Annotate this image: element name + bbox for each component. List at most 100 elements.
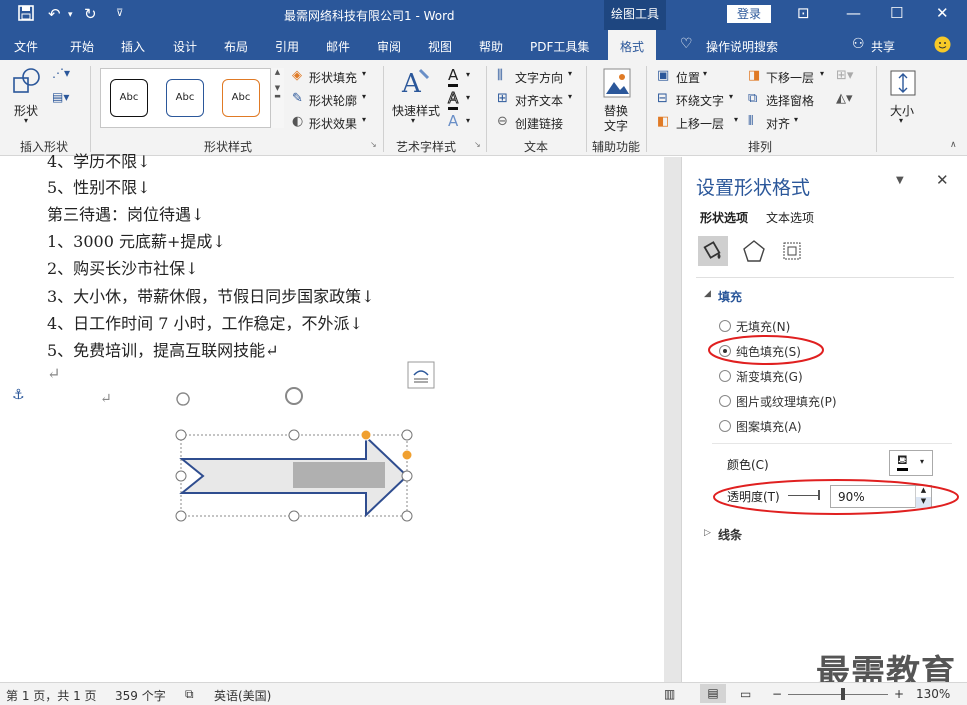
print-layout-icon[interactable]: ▤: [700, 684, 726, 703]
position-button[interactable]: 位置: [676, 69, 700, 86]
shape-outline-button[interactable]: 形状轮廓: [309, 92, 357, 109]
undo-icon[interactable]: ↶: [48, 5, 61, 23]
fill-section-header[interactable]: 填充: [718, 288, 742, 305]
page-count[interactable]: 第 1 页，共 1 页: [6, 687, 97, 704]
effects-icon[interactable]: [742, 239, 766, 266]
zoom-in-button[interactable]: +: [894, 687, 904, 701]
align-dropdown-icon[interactable]: ▾: [794, 115, 798, 124]
position-dropdown-icon[interactable]: ▾: [703, 69, 707, 78]
create-link-button[interactable]: 创建链接: [515, 115, 563, 132]
zoom-slider-thumb[interactable]: [841, 688, 845, 700]
group-objects-icon[interactable]: ⊞▾: [836, 68, 853, 83]
tab-text-options[interactable]: 文本选项: [766, 209, 814, 226]
save-icon[interactable]: [18, 5, 34, 25]
shapes-icon[interactable]: [12, 66, 42, 99]
radio-pattern-fill[interactable]: [719, 420, 731, 432]
text-direction-button[interactable]: 文字方向: [515, 69, 563, 86]
ribbon-display-icon[interactable]: ⊡: [797, 4, 810, 22]
align-text-dropdown-icon[interactable]: ▾: [568, 92, 572, 101]
align-button[interactable]: 对齐: [766, 115, 790, 132]
tab-mailings[interactable]: 邮件: [326, 38, 350, 55]
zoom-out-button[interactable]: −: [772, 687, 782, 701]
text-direction-dropdown-icon[interactable]: ▾: [568, 69, 572, 78]
color-picker-button[interactable]: ⛾ ▾: [889, 450, 933, 476]
tab-home[interactable]: 开始: [70, 38, 94, 55]
tab-file[interactable]: 文件: [14, 38, 38, 55]
size-icon[interactable]: [888, 68, 918, 101]
tab-review[interactable]: 审阅: [377, 38, 401, 55]
selection-pane-button[interactable]: 选择窗格: [766, 92, 814, 109]
size-dropdown-icon[interactable]: ▾: [899, 116, 903, 125]
shapes-dropdown-icon[interactable]: ▾: [24, 116, 28, 125]
gallery-scroll[interactable]: ▲ ▼ ▬: [270, 68, 284, 128]
collapse-ribbon-icon[interactable]: ∧: [950, 140, 957, 150]
tab-shape-options[interactable]: 形状选项: [700, 209, 748, 226]
alt-text-icon[interactable]: [603, 68, 631, 101]
text-outline-dropdown-icon[interactable]: ▾: [466, 93, 470, 102]
text-outline-icon[interactable]: A: [447, 89, 459, 110]
line-expand-icon[interactable]: ▷: [704, 528, 711, 538]
language[interactable]: 英语(美国): [214, 687, 271, 704]
fill-line-icon[interactable]: [698, 236, 728, 266]
shape-style-2[interactable]: Abc: [166, 79, 204, 117]
edit-shape-icon[interactable]: ⋰▾: [52, 66, 70, 80]
wordart-launcher-icon[interactable]: ↘: [474, 140, 481, 149]
shape-fill-dropdown-icon[interactable]: ▾: [362, 69, 366, 78]
pane-close-icon[interactable]: ✕: [936, 171, 949, 189]
text-effects-icon[interactable]: A: [448, 112, 458, 130]
tab-pdf-tools[interactable]: PDF工具集: [530, 38, 589, 55]
shape-fill-button[interactable]: 形状填充: [309, 69, 357, 86]
size-properties-icon[interactable]: [780, 239, 804, 266]
send-backward-dropdown-icon[interactable]: ▾: [820, 69, 824, 78]
minimize-icon[interactable]: —: [846, 4, 861, 22]
zoom-level[interactable]: 130%: [916, 687, 950, 701]
shape-outline-dropdown-icon[interactable]: ▾: [362, 92, 366, 101]
shape-effect-button[interactable]: 形状效果: [309, 115, 357, 132]
scrollbar-area[interactable]: [664, 157, 681, 682]
login-button[interactable]: 登录: [727, 5, 771, 23]
tab-help[interactable]: 帮助: [479, 38, 503, 55]
pane-options-icon[interactable]: ▼: [896, 175, 904, 186]
zoom-slider-track[interactable]: [788, 694, 888, 695]
maximize-icon[interactable]: ☐: [890, 4, 903, 22]
arrow-shape[interactable]: [170, 385, 420, 525]
proofing-icon[interactable]: ⧉: [185, 687, 194, 702]
fill-collapse-icon[interactable]: ◢: [704, 289, 711, 299]
redo-icon[interactable]: ↻: [84, 5, 97, 23]
undo-dropdown-icon[interactable]: ▾: [68, 10, 73, 20]
line-section-header[interactable]: 线条: [718, 526, 742, 543]
quick-styles-dropdown-icon[interactable]: ▾: [411, 116, 415, 125]
shape-style-3[interactable]: Abc: [222, 79, 260, 117]
send-backward-button[interactable]: 下移一层: [766, 69, 814, 86]
tab-references[interactable]: 引用: [275, 38, 299, 55]
shape-effect-dropdown-icon[interactable]: ▾: [362, 115, 366, 124]
wrap-text-dropdown-icon[interactable]: ▾: [729, 92, 733, 101]
tell-me-search[interactable]: 操作说明搜索: [706, 38, 778, 55]
close-icon[interactable]: ✕: [936, 4, 949, 22]
tab-design[interactable]: 设计: [173, 38, 197, 55]
document-page[interactable]: 4、学历不限↓ 5、性别不限↓ 第三待遇：岗位待遇↓ 1、3000 元底薪+提成…: [0, 152, 664, 665]
tab-view[interactable]: 视图: [428, 38, 452, 55]
text-effects-dropdown-icon[interactable]: ▾: [466, 116, 470, 125]
wrap-text-button[interactable]: 环绕文字: [676, 92, 724, 109]
text-box-icon[interactable]: ▤▾: [52, 90, 69, 104]
tab-layout[interactable]: 布局: [224, 38, 248, 55]
align-text-button[interactable]: 对齐文本: [515, 92, 563, 109]
smiley-icon[interactable]: [934, 36, 951, 56]
radio-no-fill[interactable]: [719, 320, 731, 332]
radio-picture-fill[interactable]: [719, 395, 731, 407]
tab-format[interactable]: 格式: [608, 30, 657, 60]
word-count[interactable]: 359 个字: [115, 687, 166, 704]
text-fill-dropdown-icon[interactable]: ▾: [466, 70, 470, 79]
read-mode-icon[interactable]: ▥: [664, 687, 675, 701]
shape-styles-launcher-icon[interactable]: ↘: [370, 140, 377, 149]
bring-forward-button[interactable]: 上移一层: [676, 115, 724, 132]
radio-gradient-fill[interactable]: [719, 370, 731, 382]
alt-text-button-line2[interactable]: 文字: [604, 117, 628, 134]
web-layout-icon[interactable]: ▭: [740, 687, 751, 701]
quick-styles-icon[interactable]: A: [400, 66, 432, 101]
text-fill-icon[interactable]: A: [448, 66, 459, 87]
bring-forward-dropdown-icon[interactable]: ▾: [734, 115, 738, 124]
quick-styles-button[interactable]: 快速样式: [392, 102, 440, 119]
share-button[interactable]: 共享: [871, 38, 895, 55]
